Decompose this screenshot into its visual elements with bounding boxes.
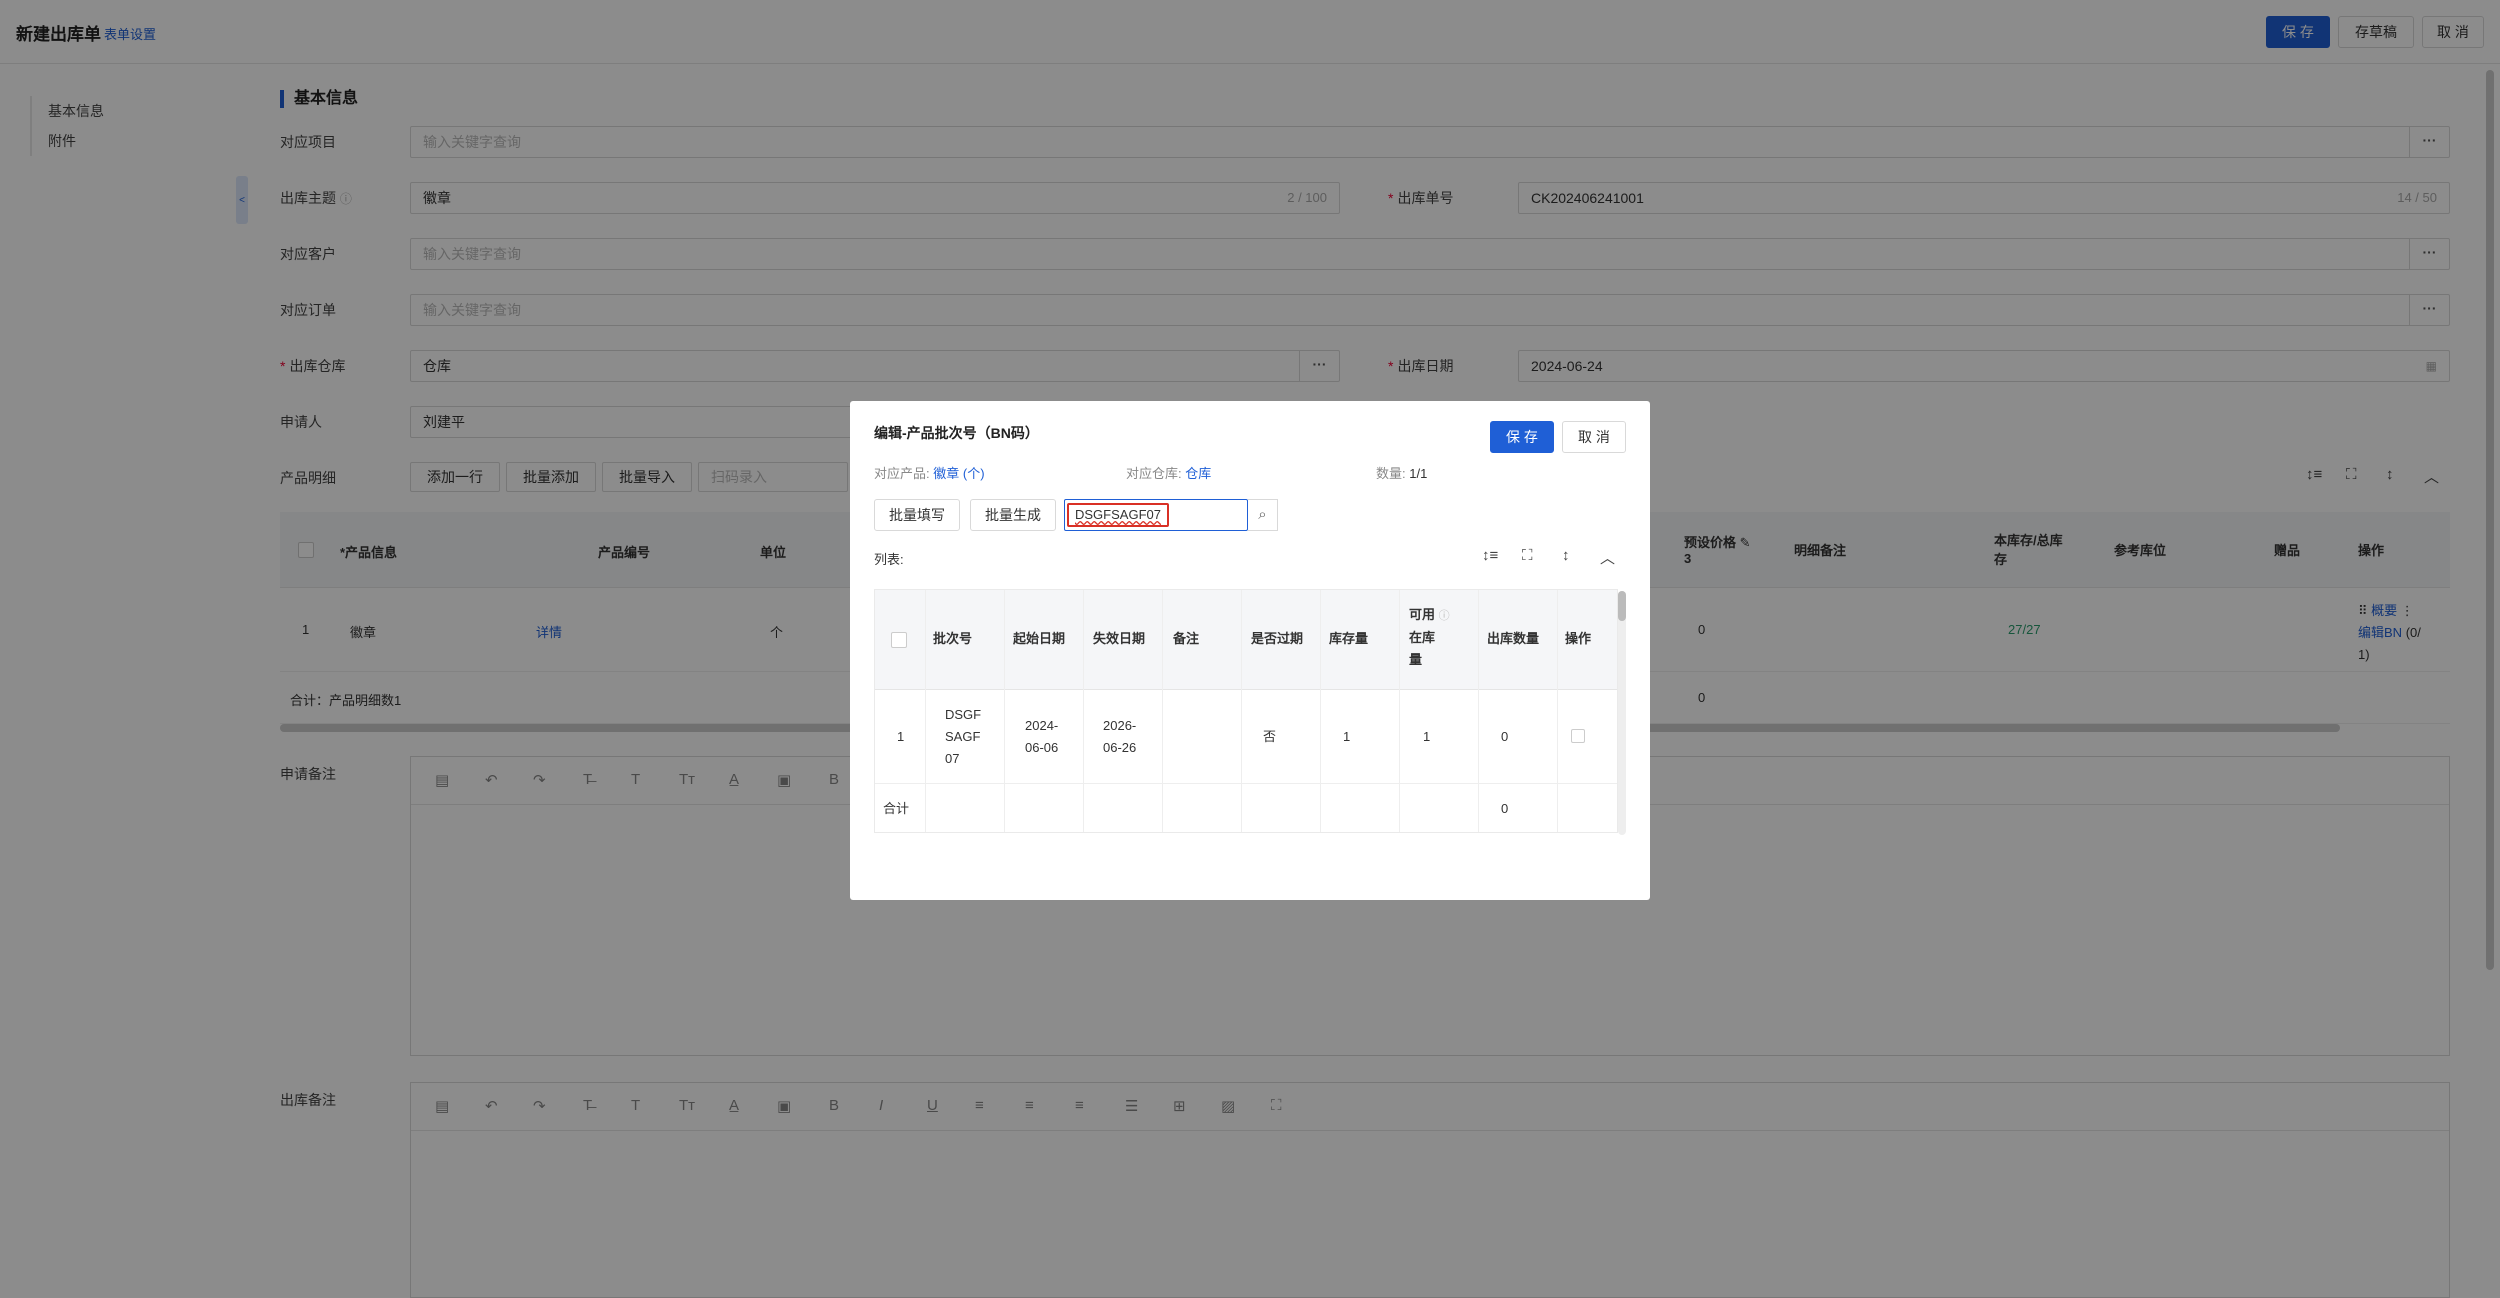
row-start-date: 2024- 06-06	[1025, 718, 1059, 755]
batch-table: 批次号 起始日期 失效日期 备注 是否过期 库存量 可用 ⓘ 在库量 出库数量 操…	[874, 589, 1618, 833]
batch-fill-button[interactable]: 批量填写	[874, 499, 960, 531]
search-icon[interactable]: ⌕	[1248, 499, 1278, 531]
batch-search-input[interactable]: DSGFSAGF07	[1064, 499, 1248, 531]
search-value: DSGFSAGF07	[1067, 503, 1169, 527]
th-expire-date: 失效日期	[1093, 631, 1146, 646]
table-row: 1 DSGF SAGF 07 2024- 06-06 2026- 06-26 否 1 1…	[875, 690, 1617, 784]
row-stock: 1	[1343, 729, 1351, 744]
sum-label: 合计	[883, 801, 910, 816]
th-out-qty: 出库数量	[1487, 631, 1540, 646]
collapse-icon[interactable]: ︿	[1600, 547, 1615, 568]
fullscreen-icon[interactable]: ⛶	[1522, 547, 1533, 564]
modal-qty-info: 数量: 1/1	[1376, 466, 1428, 481]
row-expired: 否	[1263, 729, 1277, 744]
row-batch-no: DSGF SAGF 07	[945, 707, 982, 766]
row-index: 1	[897, 729, 905, 744]
row-checkbox[interactable]	[1571, 729, 1585, 743]
th-stock: 库存量	[1329, 631, 1369, 646]
sort-icon[interactable]: ↕	[1562, 547, 1570, 564]
th-expired: 是否过期	[1251, 631, 1304, 646]
row-out-qty[interactable]: 0	[1501, 726, 1508, 748]
modal-title: 编辑-产品批次号（BN码）	[874, 425, 1039, 441]
select-all-checkbox[interactable]	[891, 632, 907, 648]
th-batch-no: 批次号	[933, 631, 973, 646]
th-available: 可用 ⓘ 在库量	[1409, 607, 1450, 667]
modal-product-info: 对应产品: 徽章 (个)	[874, 466, 985, 481]
modal-cancel-button[interactable]: 取 消	[1562, 421, 1626, 453]
batch-table-header: 批次号 起始日期 失效日期 备注 是否过期 库存量 可用 ⓘ 在库量 出库数量 操…	[875, 590, 1617, 690]
th-remark: 备注	[1173, 631, 1200, 646]
batch-table-scrollbar[interactable]	[1618, 591, 1626, 835]
row-available: 1	[1423, 729, 1431, 744]
modal-save-button[interactable]: 保 存	[1490, 421, 1554, 453]
batch-generate-button[interactable]: 批量生成	[970, 499, 1056, 531]
th-action: 操作	[1565, 631, 1592, 646]
table-sum-row: 合计 0	[875, 784, 1617, 832]
density-icon[interactable]: ↕≡	[1482, 547, 1498, 564]
help-icon: ⓘ	[1438, 610, 1450, 622]
modal-warehouse-info: 对应仓库: 仓库	[1126, 466, 1212, 481]
th-start-date: 起始日期	[1013, 631, 1066, 646]
sum-out-qty: 0	[1501, 801, 1509, 816]
list-label: 列表:	[874, 552, 904, 567]
bn-edit-modal: 编辑-产品批次号（BN码） 保 存 取 消 对应产品: 徽章 (个) 对应仓库:…	[850, 401, 1650, 900]
row-expire-date: 2026- 06-26	[1103, 718, 1137, 755]
